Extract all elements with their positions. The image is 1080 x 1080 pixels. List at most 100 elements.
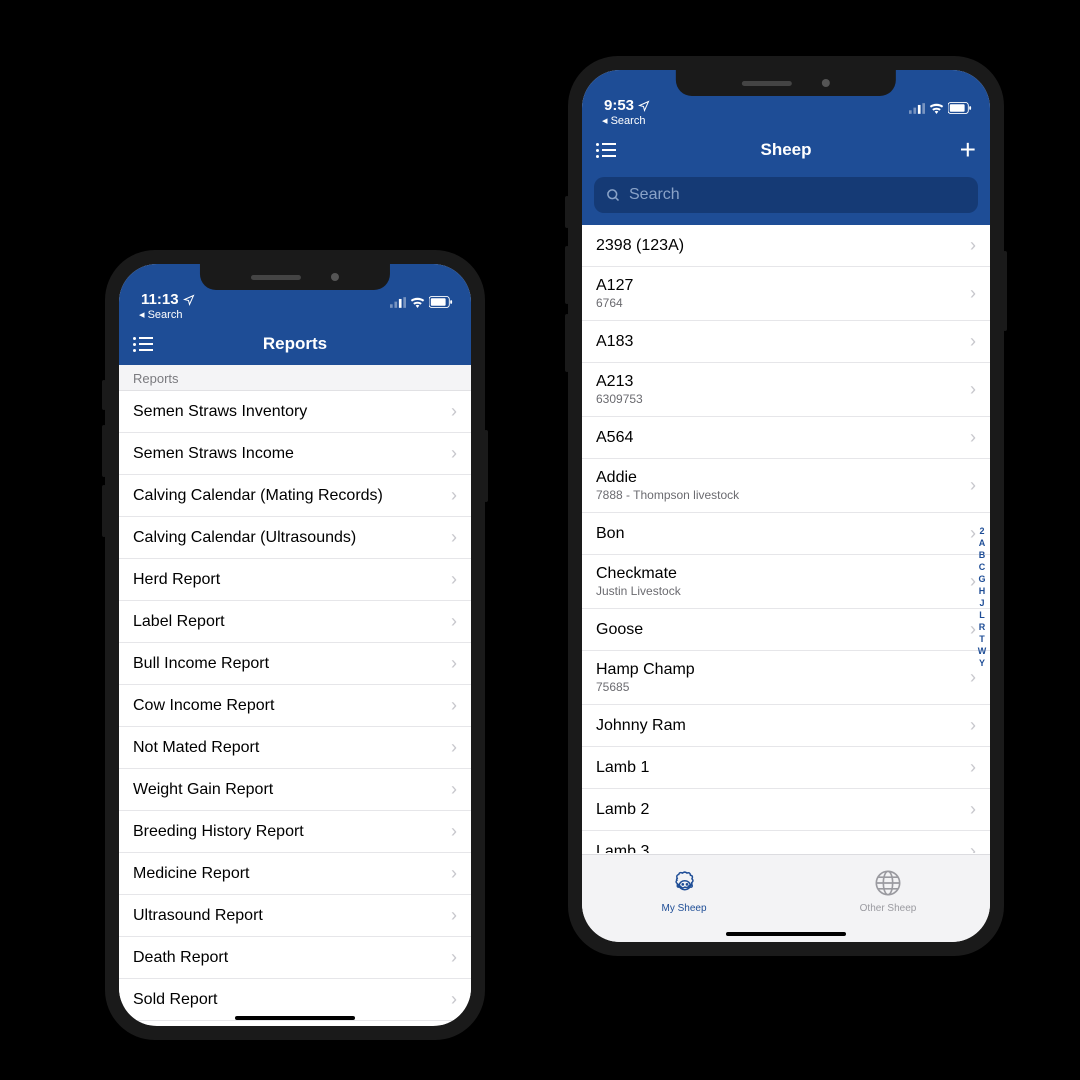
list-item[interactable]: Breeding History Report› bbox=[119, 811, 471, 853]
row-title: Calving Calendar (Mating Records) bbox=[133, 487, 383, 505]
list-item[interactable]: Lamb 1 › bbox=[582, 747, 990, 789]
list-item[interactable]: Bull Income Report › bbox=[119, 643, 471, 685]
index-letter[interactable]: 2 bbox=[976, 525, 988, 537]
index-letter[interactable]: W bbox=[976, 645, 988, 657]
list-item[interactable]: Goose› bbox=[582, 609, 990, 651]
index-letter[interactable]: B bbox=[976, 549, 988, 561]
chevron-right-icon: › bbox=[451, 863, 457, 884]
list-item[interactable]: A1276764› bbox=[582, 267, 990, 321]
row-title: A213 bbox=[596, 373, 643, 391]
row-title: Ultrasound Report bbox=[133, 907, 263, 925]
tab-other-sheep[interactable]: Other Sheep bbox=[786, 855, 990, 942]
row-title: 2398 (123A) bbox=[596, 237, 684, 255]
search-placeholder: Search bbox=[629, 186, 680, 204]
list-item[interactable]: Lamb 2› bbox=[582, 789, 990, 831]
search-input[interactable]: Search bbox=[594, 177, 978, 213]
chevron-right-icon: › bbox=[970, 427, 976, 448]
chevron-right-icon: › bbox=[451, 905, 457, 926]
list-item[interactable]: Label Report› bbox=[119, 601, 471, 643]
index-letter[interactable]: H bbox=[976, 585, 988, 597]
index-letter[interactable]: J bbox=[976, 597, 988, 609]
globe-icon bbox=[874, 869, 902, 897]
list-item[interactable]: Herd Report› bbox=[119, 559, 471, 601]
chevron-right-icon: › bbox=[451, 653, 457, 674]
chevron-right-icon: › bbox=[970, 475, 976, 496]
back-to-search[interactable]: ◂ Search bbox=[582, 114, 990, 129]
signal-icon bbox=[390, 297, 406, 308]
list-item[interactable]: Not Mated Report› bbox=[119, 727, 471, 769]
list-item[interactable]: Johnny Ram› bbox=[582, 705, 990, 747]
list-item[interactable]: A2136309753 › bbox=[582, 363, 990, 417]
index-letter[interactable]: T bbox=[976, 633, 988, 645]
list-item[interactable]: Semen Straws Income› bbox=[119, 433, 471, 475]
list-item[interactable]: Medicine Report › bbox=[119, 853, 471, 895]
tab-label: My Sheep bbox=[661, 903, 706, 914]
row-subtitle: 6309753 bbox=[596, 392, 643, 406]
chevron-right-icon: › bbox=[451, 611, 457, 632]
list-item[interactable]: Death Report› bbox=[119, 937, 471, 979]
alpha-index-bar[interactable]: 2ABCGHJLRTWY bbox=[976, 525, 988, 669]
row-title: Not Mated Report bbox=[133, 739, 259, 757]
add-button[interactable]: + bbox=[960, 136, 976, 164]
list-item[interactable]: Semen Straws Inventory› bbox=[119, 391, 471, 433]
list-item[interactable]: Addie7888 - Thompson livestock› bbox=[582, 459, 990, 513]
page-title: Reports bbox=[119, 334, 471, 354]
chevron-right-icon: › bbox=[451, 779, 457, 800]
list-item[interactable]: Weight Gain Report› bbox=[119, 769, 471, 811]
battery-icon bbox=[948, 102, 972, 114]
signal-icon bbox=[909, 103, 925, 114]
side-button bbox=[102, 380, 106, 410]
list-item[interactable]: Calving Calendar (Mating Records) › bbox=[119, 475, 471, 517]
index-letter[interactable]: G bbox=[976, 573, 988, 585]
list-item[interactable]: A564 › bbox=[582, 417, 990, 459]
row-title: Medicine Report bbox=[133, 865, 250, 883]
side-button bbox=[565, 314, 569, 372]
back-to-search[interactable]: ◂ Search bbox=[119, 308, 471, 323]
row-title: Johnny Ram bbox=[596, 717, 686, 735]
chevron-right-icon: › bbox=[970, 841, 976, 853]
home-indicator[interactable] bbox=[235, 1016, 355, 1020]
phone-frame-reports: 11:13 ◂ Search Reports Reports Semen Str… bbox=[105, 250, 485, 1040]
row-title: A127 bbox=[596, 277, 633, 295]
list-item[interactable]: Cow Income Report› bbox=[119, 685, 471, 727]
row-title: Herd Report bbox=[133, 571, 220, 589]
list-item[interactable]: Calf Report› bbox=[119, 1021, 471, 1025]
row-subtitle: 6764 bbox=[596, 296, 633, 310]
index-letter[interactable]: R bbox=[976, 621, 988, 633]
sheep-list[interactable]: 2398 (123A)›A1276764›A183›A2136309753›A5… bbox=[582, 225, 990, 853]
list-item[interactable]: Bon› bbox=[582, 513, 990, 555]
index-letter[interactable]: A bbox=[976, 537, 988, 549]
chevron-right-icon: › bbox=[451, 695, 457, 716]
side-button bbox=[484, 430, 488, 502]
list-item[interactable]: A183› bbox=[582, 321, 990, 363]
row-title: Bull Income Report bbox=[133, 655, 269, 673]
nav-bar: Sheep + bbox=[582, 129, 990, 171]
row-title: Lamb 1 bbox=[596, 759, 649, 777]
report-list[interactable]: Semen Straws Inventory›Semen Straws Inco… bbox=[119, 391, 471, 1025]
index-letter[interactable]: Y bbox=[976, 657, 988, 669]
tab-my-sheep[interactable]: My Sheep bbox=[582, 855, 786, 942]
row-title: A564 bbox=[596, 429, 633, 447]
list-item[interactable]: Ultrasound Report › bbox=[119, 895, 471, 937]
nav-bar: Reports bbox=[119, 323, 471, 365]
list-item[interactable]: Hamp Champ75685› bbox=[582, 651, 990, 705]
list-item[interactable]: Calving Calendar (Ultrasounds)› bbox=[119, 517, 471, 559]
list-item[interactable]: 2398 (123A)› bbox=[582, 225, 990, 267]
row-title: Sold Report bbox=[133, 991, 218, 1009]
row-title: Semen Straws Inventory bbox=[133, 403, 307, 421]
menu-icon[interactable] bbox=[133, 337, 153, 352]
chevron-right-icon: › bbox=[970, 379, 976, 400]
search-icon bbox=[606, 188, 621, 203]
chevron-right-icon: › bbox=[451, 485, 457, 506]
chevron-right-icon: › bbox=[970, 757, 976, 778]
list-item[interactable]: CheckmateJustin Livestock› bbox=[582, 555, 990, 609]
index-letter[interactable]: L bbox=[976, 609, 988, 621]
home-indicator[interactable] bbox=[726, 932, 846, 936]
index-letter[interactable]: C bbox=[976, 561, 988, 573]
search-bar-container: Search bbox=[582, 171, 990, 225]
menu-icon[interactable] bbox=[596, 143, 616, 158]
row-title: Lamb 2 bbox=[596, 801, 649, 819]
list-item[interactable]: Sold Report› bbox=[119, 979, 471, 1021]
row-title: Hamp Champ bbox=[596, 661, 695, 679]
list-item[interactable]: Lamb 3› bbox=[582, 831, 990, 853]
